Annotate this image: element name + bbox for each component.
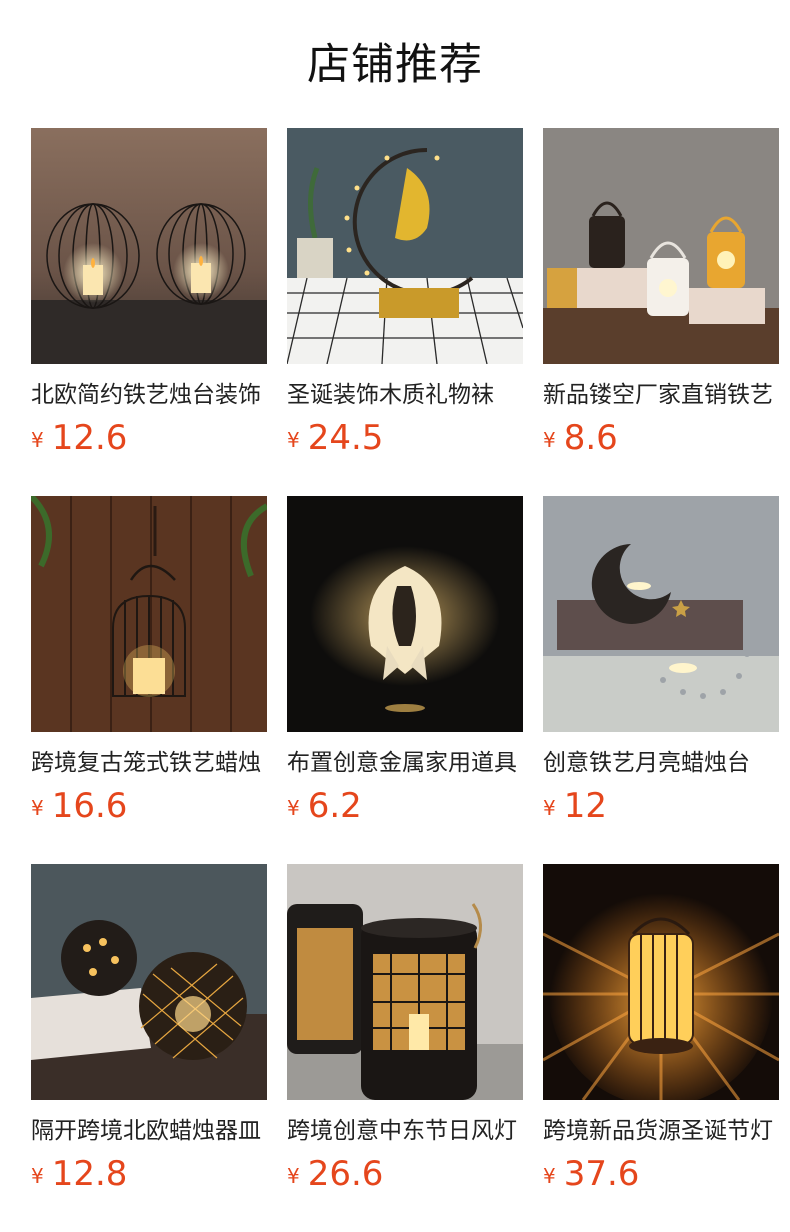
currency-symbol: ¥: [543, 796, 556, 820]
product-image[interactable]: [287, 128, 523, 364]
price-amount: 6.2: [307, 786, 362, 826]
currency-symbol: ¥: [31, 428, 44, 452]
price-amount: 12.8: [51, 1154, 128, 1194]
product-name: 创意铁艺月亮蜡烛台: [543, 750, 750, 776]
price-amount: 12.6: [51, 418, 128, 458]
price-amount: 16.6: [51, 786, 128, 826]
product-name: 跨境新品货源圣诞节灯: [543, 1118, 773, 1144]
product-name: 布置创意金属家用道具: [287, 750, 517, 776]
page-title: 店铺推荐: [307, 40, 483, 90]
product-image[interactable]: [543, 128, 779, 364]
product-price: ¥26.6: [287, 1154, 523, 1194]
currency-symbol: ¥: [287, 796, 300, 820]
product-card[interactable]: 跨境复古笼式铁艺蜡烛 ¥16.6: [31, 496, 267, 826]
product-name: 跨境复古笼式铁艺蜡烛: [31, 750, 261, 776]
product-card[interactable]: 布置创意金属家用道具 ¥6.2: [287, 496, 523, 826]
currency-symbol: ¥: [287, 1164, 300, 1188]
product-image[interactable]: [543, 496, 779, 732]
currency-symbol: ¥: [31, 1164, 44, 1188]
product-card[interactable]: 圣诞装饰木质礼物袜 ¥24.5: [287, 128, 523, 458]
price-amount: 37.6: [563, 1154, 640, 1194]
currency-symbol: ¥: [287, 428, 300, 452]
product-price: ¥16.6: [31, 786, 267, 826]
page-header: 店铺推荐: [0, 0, 790, 128]
currency-symbol: ¥: [543, 428, 556, 452]
product-image[interactable]: [31, 864, 267, 1100]
price-amount: 26.6: [307, 1154, 384, 1194]
price-amount: 24.5: [307, 418, 384, 458]
currency-symbol: ¥: [543, 1164, 556, 1188]
product-card[interactable]: 北欧简约铁艺烛台装饰 ¥12.6: [31, 128, 267, 458]
product-name: 跨境创意中东节日风灯: [287, 1118, 517, 1144]
product-card[interactable]: 创意铁艺月亮蜡烛台 ¥12: [543, 496, 779, 826]
price-amount: 8.6: [563, 418, 618, 458]
product-image[interactable]: [287, 496, 523, 732]
product-image[interactable]: [31, 128, 267, 364]
product-card[interactable]: 新品镂空厂家直销铁艺 ¥8.6: [543, 128, 779, 458]
product-card[interactable]: 跨境新品货源圣诞节灯 ¥37.6: [543, 864, 779, 1194]
product-card[interactable]: 隔开跨境北欧蜡烛器皿 ¥12.8: [31, 864, 267, 1194]
price-amount: 12: [563, 786, 607, 826]
product-name: 隔开跨境北欧蜡烛器皿: [31, 1118, 261, 1144]
product-price: ¥24.5: [287, 418, 523, 458]
product-name: 新品镂空厂家直销铁艺: [543, 382, 773, 408]
product-image[interactable]: [543, 864, 779, 1100]
product-image[interactable]: [287, 864, 523, 1100]
product-price: ¥12.8: [31, 1154, 267, 1194]
product-price: ¥6.2: [287, 786, 523, 826]
product-price: ¥8.6: [543, 418, 779, 458]
product-card[interactable]: 跨境创意中东节日风灯 ¥26.6: [287, 864, 523, 1194]
product-price: ¥12.6: [31, 418, 267, 458]
product-name: 圣诞装饰木质礼物袜: [287, 382, 494, 408]
product-name: 北欧简约铁艺烛台装饰: [31, 382, 261, 408]
product-price: ¥37.6: [543, 1154, 779, 1194]
product-price: ¥12: [543, 786, 779, 826]
currency-symbol: ¥: [31, 796, 44, 820]
product-image[interactable]: [31, 496, 267, 732]
